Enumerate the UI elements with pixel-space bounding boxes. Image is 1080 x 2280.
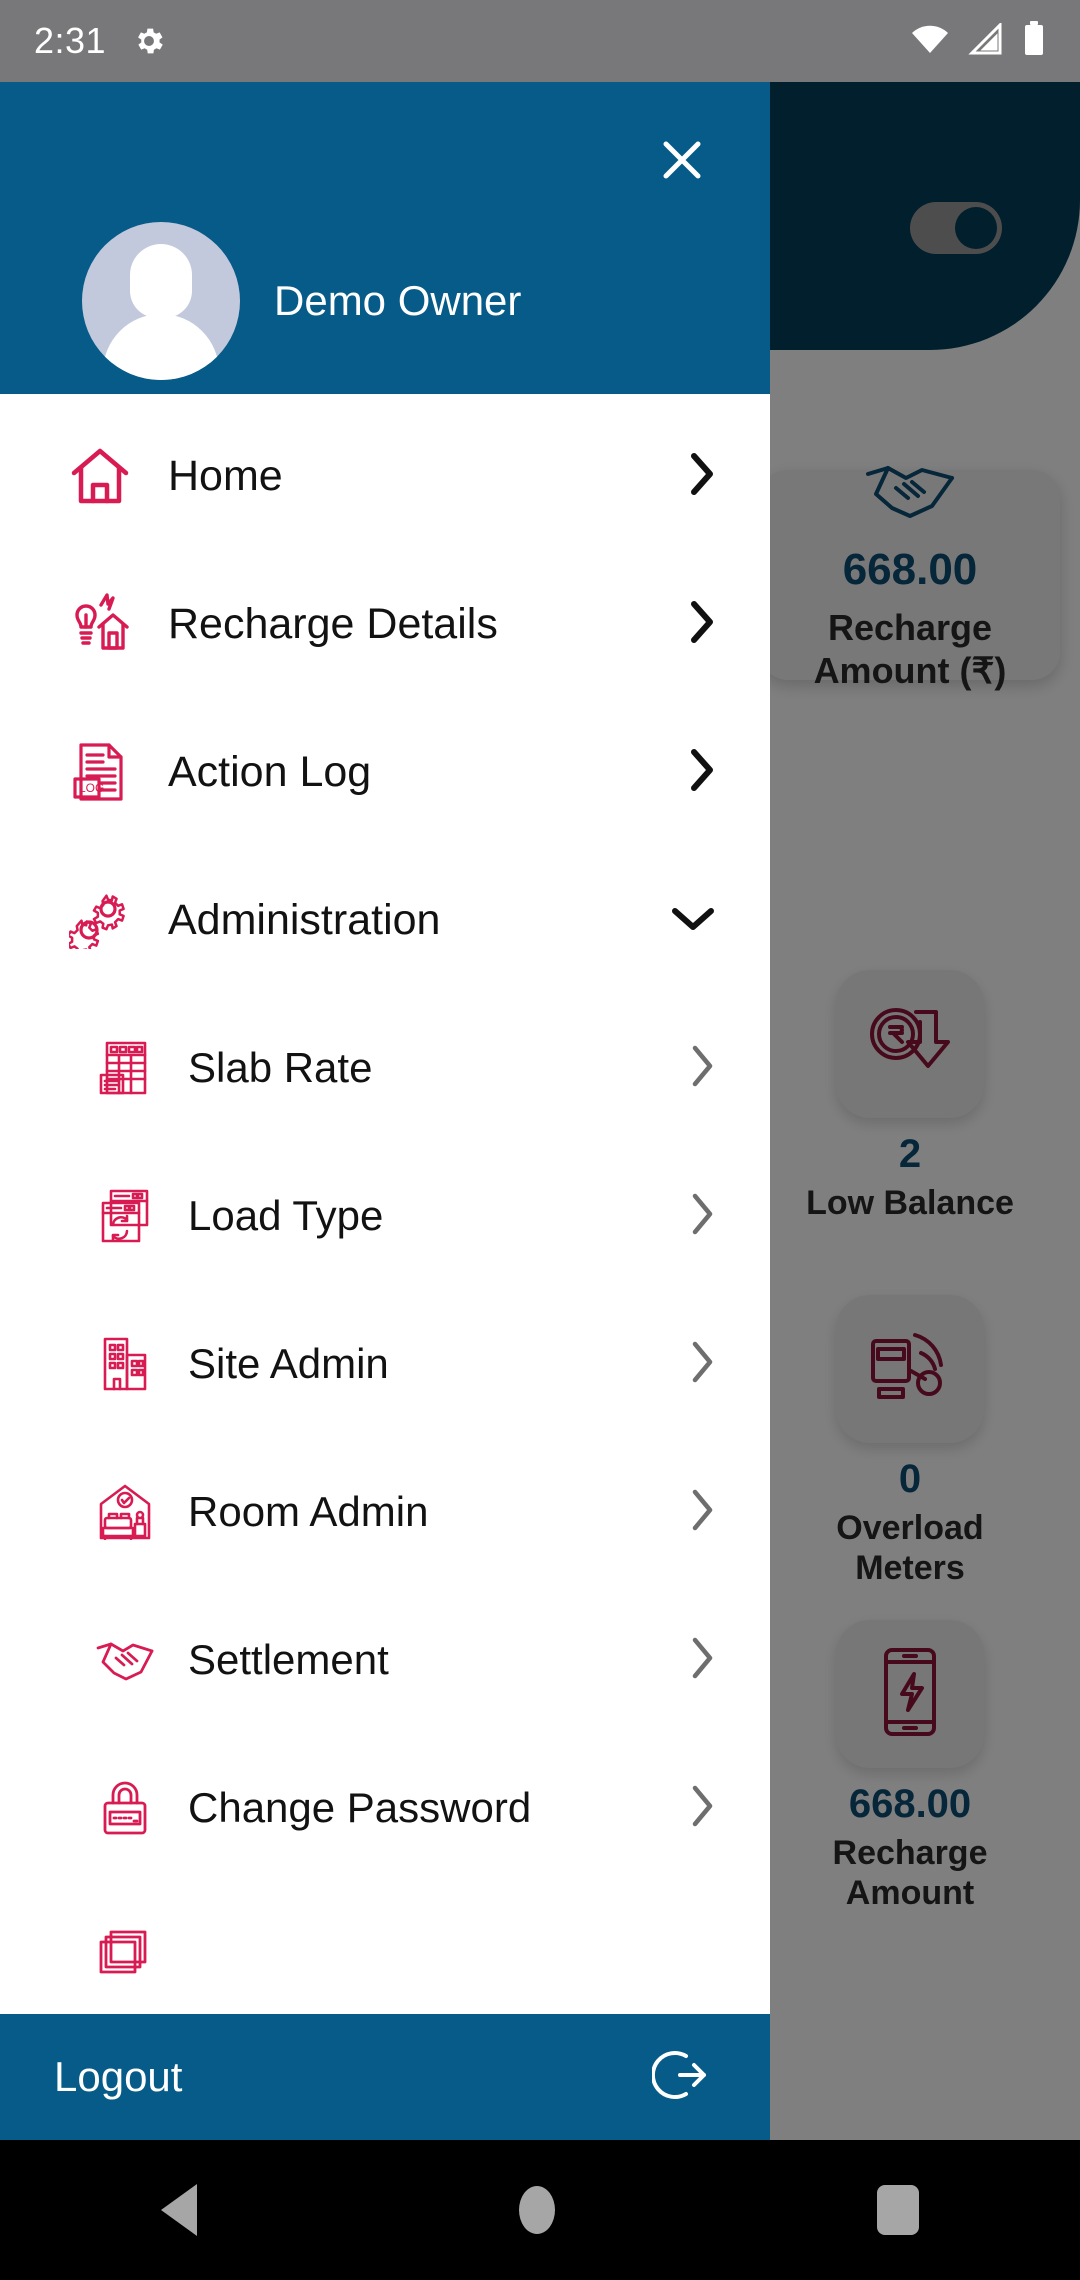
stacked-reports-icon [92,1928,158,1984]
avatar-body [103,314,219,380]
chevron-right-icon [686,747,716,798]
gears-icon [62,891,138,949]
menu-item-load-type[interactable]: Load Type [0,1142,770,1290]
menu-item-site-admin[interactable]: Site Admin [0,1290,770,1438]
close-drawer-button[interactable] [650,130,714,194]
menu-item-label: Change Password [188,1784,532,1831]
menu-item-label: Recharge Details [168,599,498,648]
avatar [82,222,240,380]
signal-icon [968,20,1004,60]
wifi-icon [910,23,950,60]
avatar-head [130,244,192,318]
menu-item-recharge-details[interactable]: Recharge Details [0,550,770,698]
menu-item-room-admin[interactable]: Room Admin [0,1438,770,1586]
drawer-header: Demo Owner [0,82,770,394]
chevron-right-icon [688,1635,716,1686]
chevron-down-icon [670,903,716,938]
back-triangle-icon[interactable] [161,2184,197,2236]
menu-item-label: Site Admin [188,1340,389,1387]
gear-icon [132,24,166,58]
building-icon [92,1335,158,1393]
padlock-password-icon [92,1779,158,1837]
menu-item-label: Action Log [168,747,372,796]
home-circle-icon[interactable] [519,2186,555,2234]
recharge-bulb-house-icon [62,593,138,655]
chevron-right-icon [688,1339,716,1390]
menu-item-label: Settlement [188,1636,389,1683]
android-nav-bar [0,2140,1080,2280]
slab-table-icon [92,1039,158,1097]
phone-screen: 668.00 Recharge Amount (₹) 2 Low Balance [0,0,1080,2280]
logout-label: Logout [54,2053,183,2100]
handshake-icon [92,1637,158,1683]
status-icons [910,20,1046,62]
recents-square-icon[interactable] [877,2185,919,2235]
close-icon [656,134,708,191]
menu-item-label: Slab Rate [188,1044,373,1091]
menu-item-home[interactable]: Home [0,402,770,550]
bedroom-icon [92,1484,158,1540]
user-name: Demo Owner [274,277,522,324]
menu-item-change-password[interactable]: Change Password [0,1734,770,1882]
svg-text:LOG: LOG [79,781,104,795]
menu-item-administration[interactable]: Administration [0,846,770,994]
status-time: 2:31 [34,20,107,61]
menu-item-slab-rate[interactable]: Slab Rate [0,994,770,1142]
logout-arrow-icon [650,2046,710,2109]
logout-button[interactable]: Logout [0,2014,770,2140]
menu-item-label: Room Admin [188,1488,429,1535]
home-icon [62,447,138,505]
user-profile[interactable]: Demo Owner [82,222,521,380]
status-bar: 2:31 [0,0,1080,82]
chevron-right-icon [688,1783,716,1834]
menu-item-label: Home [168,451,283,500]
drawer-menu: Home Recharge Details LOG Action Log Adm… [0,394,770,2014]
chevron-right-icon [688,1487,716,1538]
menu-item-label: Administration [168,895,441,944]
navigation-drawer: Demo Owner Home Recharge Details LOG Act… [0,82,770,2140]
load-refresh-window-icon [92,1187,158,1245]
menu-item-partial[interactable] [0,1882,770,2014]
menu-item-action-log[interactable]: LOG Action Log [0,698,770,846]
chevron-right-icon [688,1043,716,1094]
log-document-icon: LOG [62,741,138,803]
menu-item-label: Load Type [188,1192,384,1239]
menu-item-settlement[interactable]: Settlement [0,1586,770,1734]
battery-icon [1022,20,1046,62]
chevron-right-icon [686,599,716,650]
chevron-right-icon [688,1191,716,1242]
chevron-right-icon [686,451,716,502]
